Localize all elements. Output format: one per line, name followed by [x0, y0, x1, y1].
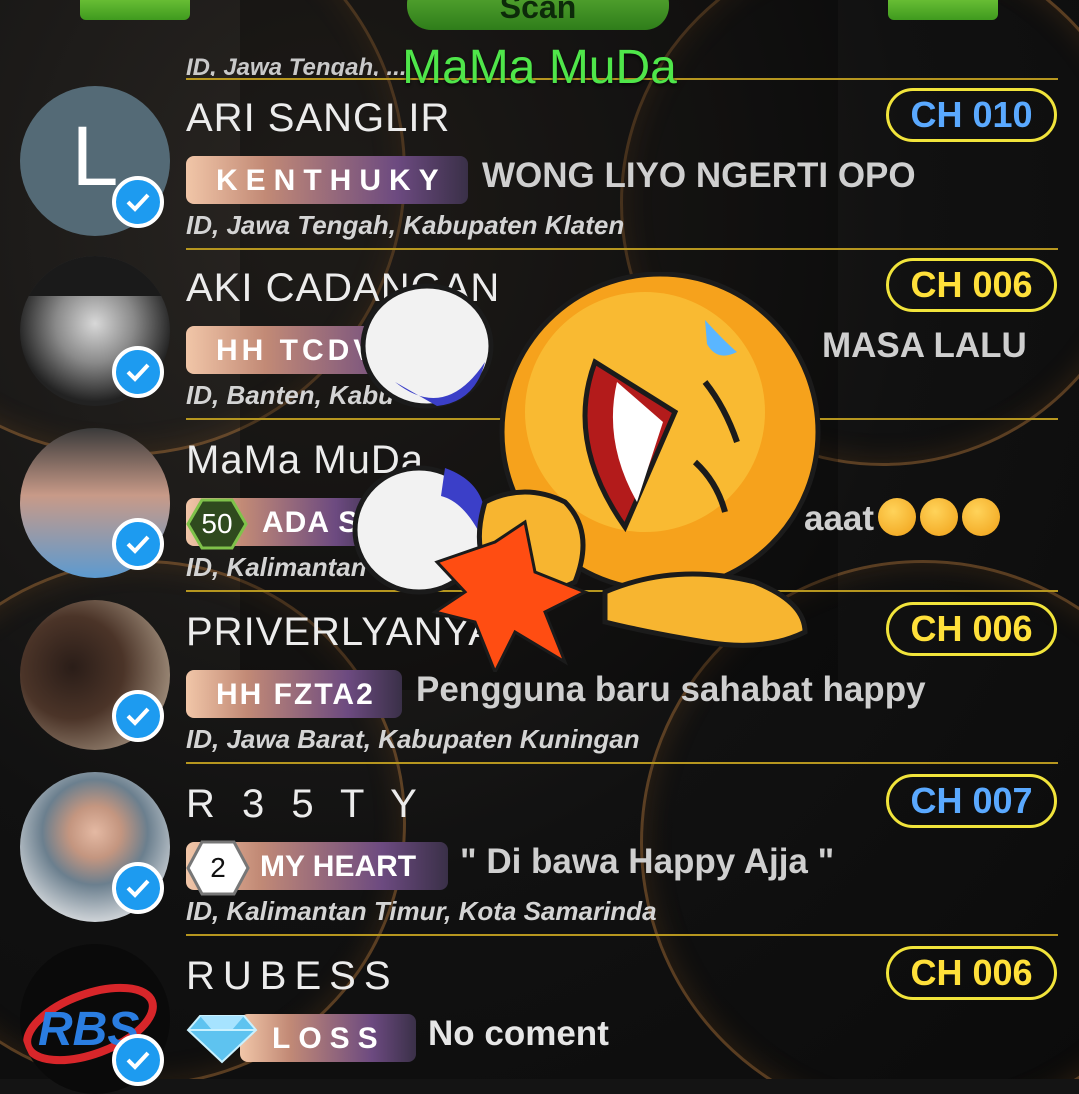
blush-emoji-icon	[920, 498, 959, 536]
user-name: R 3 5 T Y	[186, 782, 425, 826]
user-message: Pengguna baru sahabat happy	[416, 670, 926, 709]
list-item[interactable]: RBS RUBESS LOSS No coment CH 006	[0, 938, 1079, 1094]
list-item[interactable]: R 3 5 T Y MY HEART 2 " Di bawa Happy Ajj…	[0, 766, 1079, 938]
level-badge: 2	[186, 840, 250, 896]
user-name: RUBESS	[186, 954, 399, 998]
user-message: No coment	[428, 1014, 609, 1053]
back-arrow-button[interactable]	[80, 0, 190, 20]
user-location: ID, Jawa Tengah, Kabupaten Klaten	[186, 210, 625, 240]
user-message: WONG LIYO NGERTI OPO	[482, 156, 916, 195]
user-location: ID, Kalimantan Timur, Kota Samarinda	[186, 896, 657, 926]
verified-check-icon	[112, 690, 164, 742]
verified-check-icon	[112, 1034, 164, 1086]
verified-check-icon	[112, 346, 164, 398]
divider	[186, 934, 1058, 936]
channel-badge[interactable]: CH 006	[886, 946, 1057, 1000]
user-message: " Di bawa Happy Ajja "	[460, 842, 835, 881]
channel-badge[interactable]: CH 006	[886, 258, 1057, 312]
blush-emoji-icon	[962, 498, 1001, 536]
user-message: MASA LALU	[822, 326, 1027, 365]
level-badge: 50	[186, 498, 248, 550]
laughing-emoji-sticker	[345, 271, 825, 676]
channel-badge[interactable]: CH 006	[886, 602, 1057, 656]
user-badge: HH FZTA2	[186, 670, 402, 718]
divider	[186, 762, 1058, 764]
user-name: ARI SANGLIR	[186, 96, 451, 140]
user-message: aaat	[804, 498, 1001, 539]
scan-button-label: Scan	[499, 0, 577, 25]
list-item[interactable]: L ARI SANGLIR KENTHUKY WONG LIYO NGERTI …	[0, 80, 1079, 252]
channel-badge[interactable]: CH 010	[886, 88, 1057, 142]
diamond-icon	[186, 1012, 258, 1069]
scan-button[interactable]: Scan	[407, 0, 669, 30]
laughing-emoji-icon	[878, 498, 917, 536]
user-badge: KENTHUKY	[186, 156, 468, 204]
verified-check-icon	[112, 176, 164, 228]
user-location: ID, Jawa Barat, Kabupaten Kuningan	[186, 724, 640, 754]
user-badge: LOSS	[240, 1014, 416, 1062]
verified-check-icon	[112, 518, 164, 570]
next-arrow-button[interactable]	[888, 0, 998, 20]
room-title: MaMa MuDa	[402, 41, 677, 94]
channel-badge[interactable]: CH 007	[886, 774, 1057, 828]
user-location: ID, Kalimantan	[186, 552, 367, 582]
verified-check-icon	[112, 862, 164, 914]
